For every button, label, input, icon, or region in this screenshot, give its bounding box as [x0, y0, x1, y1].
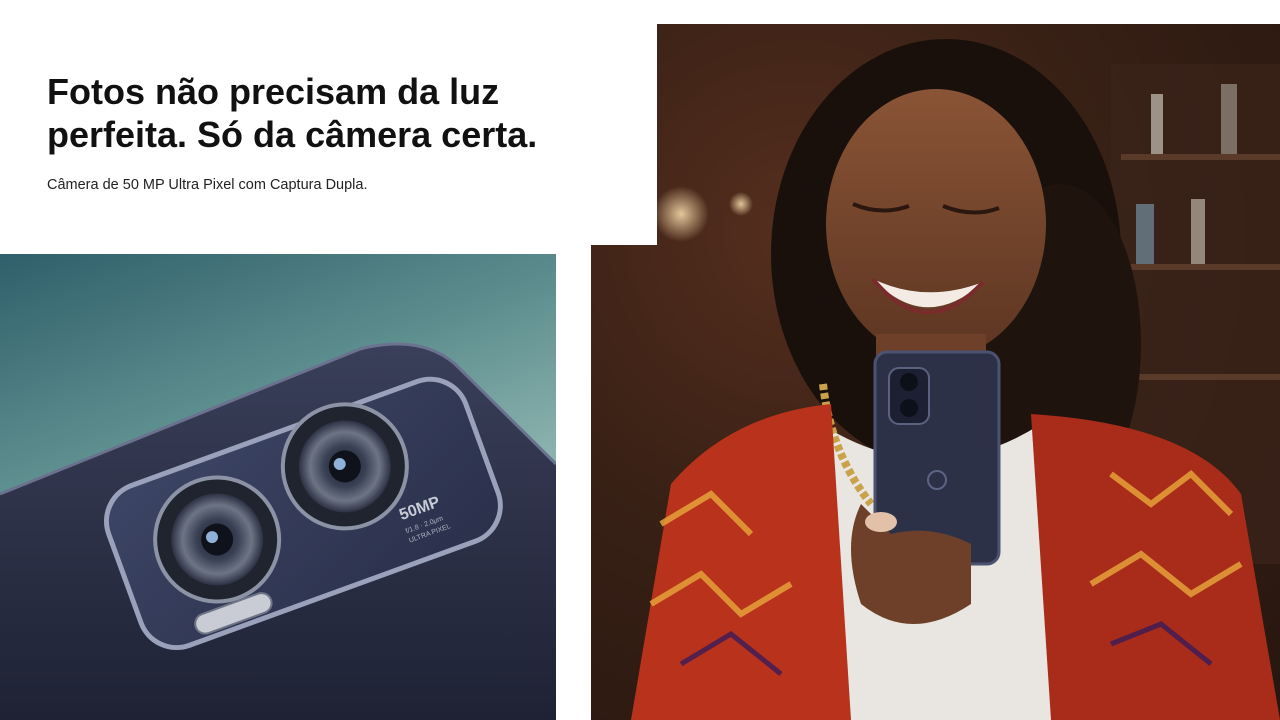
page-title: Fotos não precisam da luz perfeita. Só d… — [47, 70, 647, 156]
title-line-1: Fotos não precisam da luz — [47, 71, 500, 112]
subtitle: Câmera de 50 MP Ultra Pixel com Captura … — [47, 177, 368, 193]
camera-closeup-photo: 50MP f/1.8 · 2.0μm ULTRA PIXEL — [0, 254, 556, 720]
layout-spacer — [591, 24, 657, 245]
woman-with-phone-photo — [591, 24, 1280, 720]
title-line-2: perfeita. Só da câmera certa. — [47, 114, 538, 155]
